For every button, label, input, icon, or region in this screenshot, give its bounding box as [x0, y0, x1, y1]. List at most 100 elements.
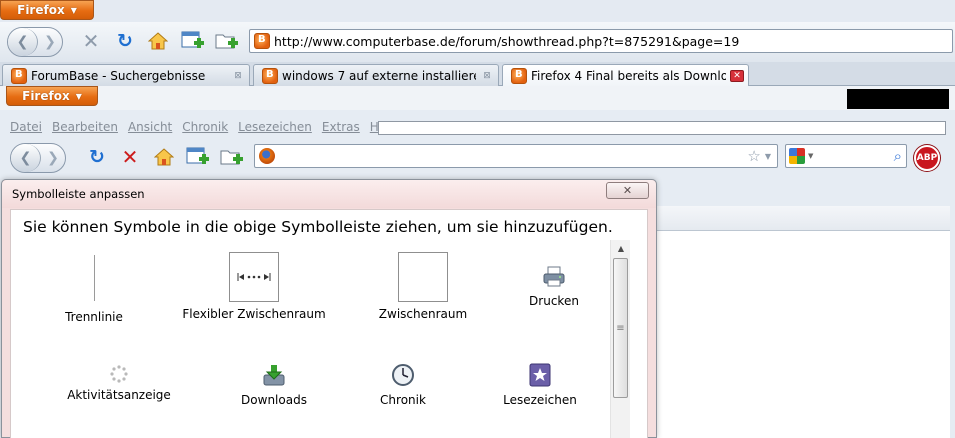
clock-icon — [392, 364, 414, 386]
tab-close-icon[interactable]: ⊠ — [480, 70, 494, 82]
reload-icon: ↻ — [117, 30, 133, 52]
grip-icon: ≡ — [616, 322, 625, 334]
outer-home-button[interactable] — [146, 30, 170, 52]
menu-datei[interactable]: Datei — [10, 120, 42, 134]
stop-x-icon: ✕ — [82, 29, 100, 53]
chevron-down-icon: ▼ — [75, 91, 82, 101]
palette-item-activity-indicator[interactable]: Aktivitätsanzeige — [59, 365, 179, 402]
inner-navigation-toolbar: ❮ ❯ ↻ ✕ ☆ ▼ ▼ ⌕ — [0, 140, 955, 174]
palette-item-print[interactable]: Drucken — [514, 266, 594, 308]
chevron-down-icon[interactable]: ▼ — [765, 152, 771, 161]
chevron-down-icon[interactable]: ▼ — [808, 152, 813, 160]
outer-title-strip — [0, 0, 955, 22]
palette-label: Aktivitätsanzeige — [67, 388, 171, 402]
inner-firefox-button-label: Firefox — [22, 89, 70, 103]
inner-back-button[interactable]: ❮ — [11, 144, 41, 172]
home-icon — [154, 148, 174, 166]
bookmark-star-icon[interactable]: ☆ — [747, 147, 760, 165]
reload-icon: ↻ — [89, 146, 105, 168]
customize-toolbar-dialog: Symbolleiste anpassen ✕ Sie können Symbo… — [1, 179, 657, 438]
inner-add-folder-button[interactable] — [219, 145, 245, 169]
stop-x-icon: ✕ — [121, 145, 139, 169]
palette-label: Downloads — [241, 393, 307, 407]
outer-firefox-menu-button[interactable]: Firefox ▼ — [0, 0, 94, 20]
outer-tab-strip: ForumBase - Suchergebnisse ⊠ windows 7 a… — [0, 62, 955, 87]
outer-new-tab-button[interactable] — [180, 29, 206, 53]
inner-page-content — [655, 230, 950, 438]
dialog-close-button[interactable]: ✕ — [606, 182, 649, 199]
outer-address-bar[interactable]: http://www.computerbase.de/forum/showthr… — [249, 29, 953, 53]
forward-arrow-icon: ❯ — [44, 34, 56, 50]
palette-item-history[interactable]: Chronik — [363, 363, 443, 407]
download-icon — [263, 365, 285, 386]
site-favicon-icon — [262, 67, 278, 84]
bookmarks-icon — [529, 363, 551, 387]
flexible-space-icon — [229, 252, 279, 302]
outer-reload-button[interactable]: ↻ — [114, 30, 136, 52]
space-icon — [398, 252, 448, 302]
palette-item-flexible-space[interactable]: Flexibler Zwischenraum — [179, 252, 329, 321]
separator-line-icon — [93, 255, 95, 301]
menu-bar-drop-target — [378, 121, 946, 135]
palette-item-downloads[interactable]: Downloads — [229, 363, 319, 407]
outer-back-forward-group: ❮ ❯ — [7, 27, 63, 57]
tab-windows7-external[interactable]: windows 7 auf externe installieren -... … — [253, 64, 499, 86]
abp-label: ABP — [916, 153, 938, 163]
inner-firefox-menu-button[interactable]: Firefox ▼ — [6, 86, 98, 106]
site-favicon-icon — [511, 68, 527, 84]
outer-firefox-button-label: Firefox — [17, 3, 65, 17]
palette-label: Lesezeichen — [503, 393, 577, 407]
palette-scrollbar[interactable]: ▲ ≡ — [610, 240, 630, 438]
flexible-arrows-icon — [237, 273, 271, 281]
inner-stop-button[interactable]: ✕ — [119, 145, 141, 169]
menu-lesezeichen[interactable]: Lesezeichen — [238, 120, 312, 134]
tab-firefox4-final[interactable]: Firefox 4 Final bereits als Download ...… — [502, 64, 749, 87]
outer-back-button[interactable]: ❮ — [8, 28, 38, 56]
tab-label: windows 7 auf externe installieren -... — [282, 68, 476, 83]
inner-address-bar[interactable]: ☆ ▼ — [254, 144, 778, 168]
chevron-down-icon: ▼ — [70, 5, 77, 15]
folder-add-icon — [220, 150, 243, 165]
throbber-icon — [110, 365, 128, 383]
menu-bearbeiten[interactable]: Bearbeiten — [52, 120, 118, 134]
menu-extras[interactable]: Extras — [322, 120, 360, 134]
outer-forward-button[interactable]: ❯ — [38, 28, 62, 56]
inner-home-button[interactable] — [152, 146, 176, 168]
close-icon: ✕ — [622, 184, 633, 197]
palette-item-bookmarks[interactable]: Lesezeichen — [495, 363, 585, 407]
palette-item-separator[interactable]: Trennlinie — [59, 255, 129, 324]
tab-label: ForumBase - Suchergebnisse — [31, 68, 206, 83]
dialog-title: Symbolleiste anpassen — [12, 187, 145, 201]
tab-close-icon[interactable]: ✕ — [730, 70, 744, 82]
inner-search-box[interactable]: ▼ ⌕ — [785, 144, 907, 168]
tab-close-icon[interactable]: ⊠ — [231, 70, 245, 82]
inner-reload-button[interactable]: ↻ — [86, 146, 108, 168]
dialog-body: Sie können Symbole in die obige Symbolle… — [10, 209, 648, 438]
adblock-plus-button[interactable]: ABP — [914, 145, 940, 171]
site-favicon-icon — [11, 67, 27, 84]
tab-forumbase-search[interactable]: ForumBase - Suchergebnisse ⊠ — [2, 64, 250, 86]
firefox-globe-icon — [259, 148, 275, 164]
outer-url-text: http://www.computerbase.de/forum/showthr… — [274, 33, 740, 49]
menu-ansicht[interactable]: Ansicht — [128, 120, 172, 134]
redacted-area — [847, 89, 949, 109]
palette-item-space[interactable]: Zwischenraum — [373, 252, 473, 321]
site-favicon-icon — [254, 33, 270, 49]
dialog-heading: Sie können Symbole in die obige Symbolle… — [23, 218, 613, 236]
home-icon — [148, 32, 168, 50]
scroll-up-arrow-icon[interactable]: ▲ — [611, 240, 631, 256]
outer-add-folder-button[interactable] — [214, 29, 240, 53]
new-window-icon — [186, 147, 209, 164]
scroll-thumb[interactable]: ≡ — [613, 258, 628, 398]
palette-label: Zwischenraum — [378, 307, 468, 321]
inner-forward-button[interactable]: ❯ — [41, 144, 65, 172]
search-magnifier-icon[interactable]: ⌕ — [894, 147, 902, 165]
new-window-icon — [181, 31, 204, 48]
printer-icon — [543, 266, 565, 287]
dialog-titlebar[interactable]: Symbolleiste anpassen ✕ — [2, 180, 656, 208]
menu-chronik[interactable]: Chronik — [182, 120, 228, 134]
back-arrow-icon: ❮ — [16, 34, 29, 50]
outer-stop-button[interactable]: ✕ — [80, 29, 102, 53]
inner-new-tab-button[interactable] — [185, 145, 211, 169]
forward-arrow-icon: ❯ — [47, 150, 59, 166]
